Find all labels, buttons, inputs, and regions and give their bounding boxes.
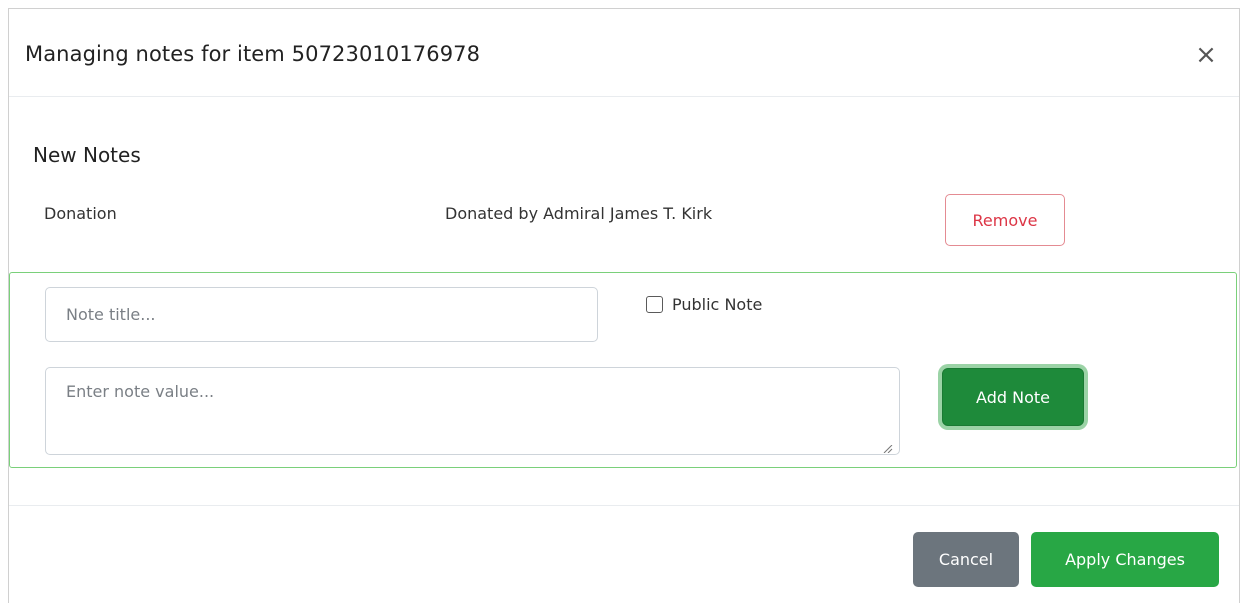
- notes-modal: Managing notes for item 50723010176978 ×…: [8, 8, 1240, 603]
- new-notes-heading: New Notes: [33, 143, 141, 167]
- resize-handle-icon[interactable]: [883, 445, 893, 453]
- public-note-label: Public Note: [672, 295, 763, 314]
- new-note-form: Public Note Add Note: [9, 272, 1237, 468]
- add-note-button[interactable]: Add Note: [942, 368, 1084, 426]
- close-icon[interactable]: ×: [1193, 42, 1219, 69]
- modal-header: Managing notes for item 50723010176978 ×: [9, 9, 1239, 97]
- remove-note-button[interactable]: Remove: [945, 194, 1065, 246]
- checkbox-icon[interactable]: [646, 296, 663, 313]
- modal-title: Managing notes for item 50723010176978: [25, 42, 481, 66]
- note-title-text: Donation: [44, 204, 117, 223]
- public-note-checkbox[interactable]: Public Note: [646, 295, 762, 314]
- footer-divider: [9, 505, 1239, 506]
- note-value-text: Donated by Admiral James T. Kirk: [445, 204, 713, 223]
- cancel-button[interactable]: Cancel: [913, 532, 1019, 587]
- note-title-input[interactable]: [45, 287, 598, 342]
- note-value-textarea[interactable]: [45, 367, 900, 455]
- apply-changes-button[interactable]: Apply Changes: [1031, 532, 1219, 587]
